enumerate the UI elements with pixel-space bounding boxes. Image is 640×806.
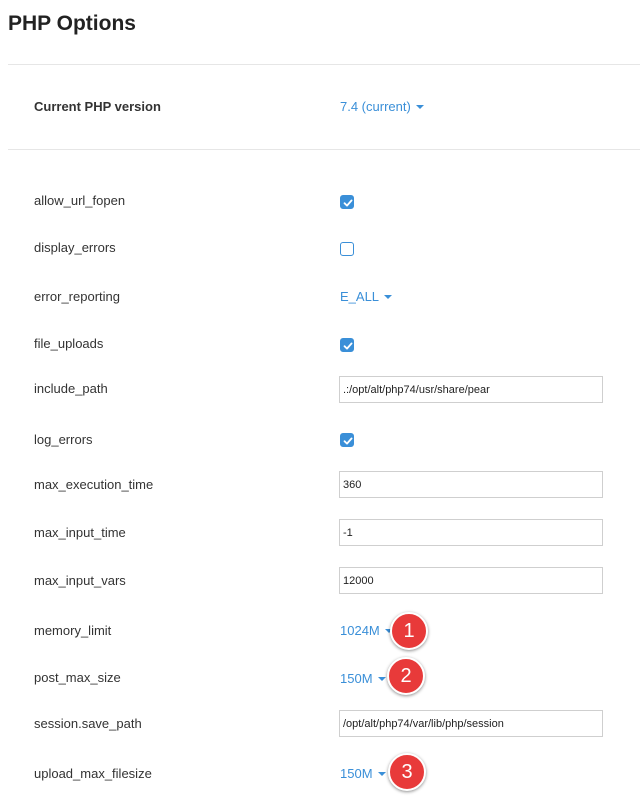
memory-limit-dropdown[interactable]: 1024M	[340, 623, 393, 638]
option-label-max-input-time: max_input_time	[34, 525, 126, 540]
post-max-size-dropdown[interactable]: 150M	[340, 671, 386, 686]
option-label-session-save-path: session.save_path	[34, 716, 142, 731]
page-title: PHP Options	[8, 12, 136, 35]
max-input-time-input[interactable]	[339, 519, 603, 546]
option-label-display-errors: display_errors	[34, 240, 116, 255]
log-errors-checkbox[interactable]	[340, 433, 354, 447]
php-version-value: 7.4 (current)	[340, 99, 411, 114]
error-reporting-value: E_ALL	[340, 289, 380, 304]
section-divider	[8, 149, 640, 150]
max-execution-time-input[interactable]	[339, 471, 603, 498]
annotation-badge-1: 1	[390, 612, 428, 650]
annotation-badge-2: 2	[387, 657, 425, 695]
caret-down-icon	[415, 105, 424, 109]
caret-down-icon	[377, 772, 386, 776]
post-max-size-value: 150M	[340, 671, 373, 686]
option-label-log-errors: log_errors	[34, 432, 93, 447]
display-errors-checkbox[interactable]	[340, 242, 354, 256]
option-label-error-reporting: error_reporting	[34, 289, 120, 304]
options-panel	[8, 64, 640, 806]
file-uploads-checkbox[interactable]	[340, 338, 354, 352]
error-reporting-dropdown[interactable]: E_ALL	[340, 289, 393, 304]
annotation-badge-3: 3	[388, 753, 426, 791]
option-label-max-input-vars: max_input_vars	[34, 573, 126, 588]
caret-down-icon	[377, 677, 386, 681]
option-label-post-max-size: post_max_size	[34, 670, 121, 685]
php-version-label: Current PHP version	[34, 99, 161, 114]
upload-max-filesize-dropdown[interactable]: 150M	[340, 766, 386, 781]
checkmark-icon	[343, 437, 353, 445]
upload-max-filesize-value: 150M	[340, 766, 373, 781]
option-label-include-path: include_path	[34, 381, 108, 396]
option-label-max-execution-time: max_execution_time	[34, 477, 154, 492]
caret-down-icon	[384, 295, 393, 299]
php-options-page: PHP Options Current PHP version 7.4 (cur…	[0, 0, 640, 806]
memory-limit-value: 1024M	[340, 623, 380, 638]
option-label-allow-url-fopen: allow_url_fopen	[34, 193, 126, 208]
option-label-memory-limit: memory_limit	[34, 623, 112, 638]
checkmark-icon	[343, 342, 353, 350]
option-label-file-uploads: file_uploads	[34, 336, 104, 351]
checkmark-icon	[343, 199, 353, 207]
max-input-vars-input[interactable]	[339, 567, 603, 594]
php-version-dropdown[interactable]: 7.4 (current)	[340, 99, 424, 114]
session-save-path-input[interactable]	[339, 710, 603, 737]
allow-url-fopen-checkbox[interactable]	[340, 195, 354, 209]
option-label-upload-max-filesize: upload_max_filesize	[34, 766, 152, 781]
include-path-input[interactable]	[339, 376, 603, 403]
